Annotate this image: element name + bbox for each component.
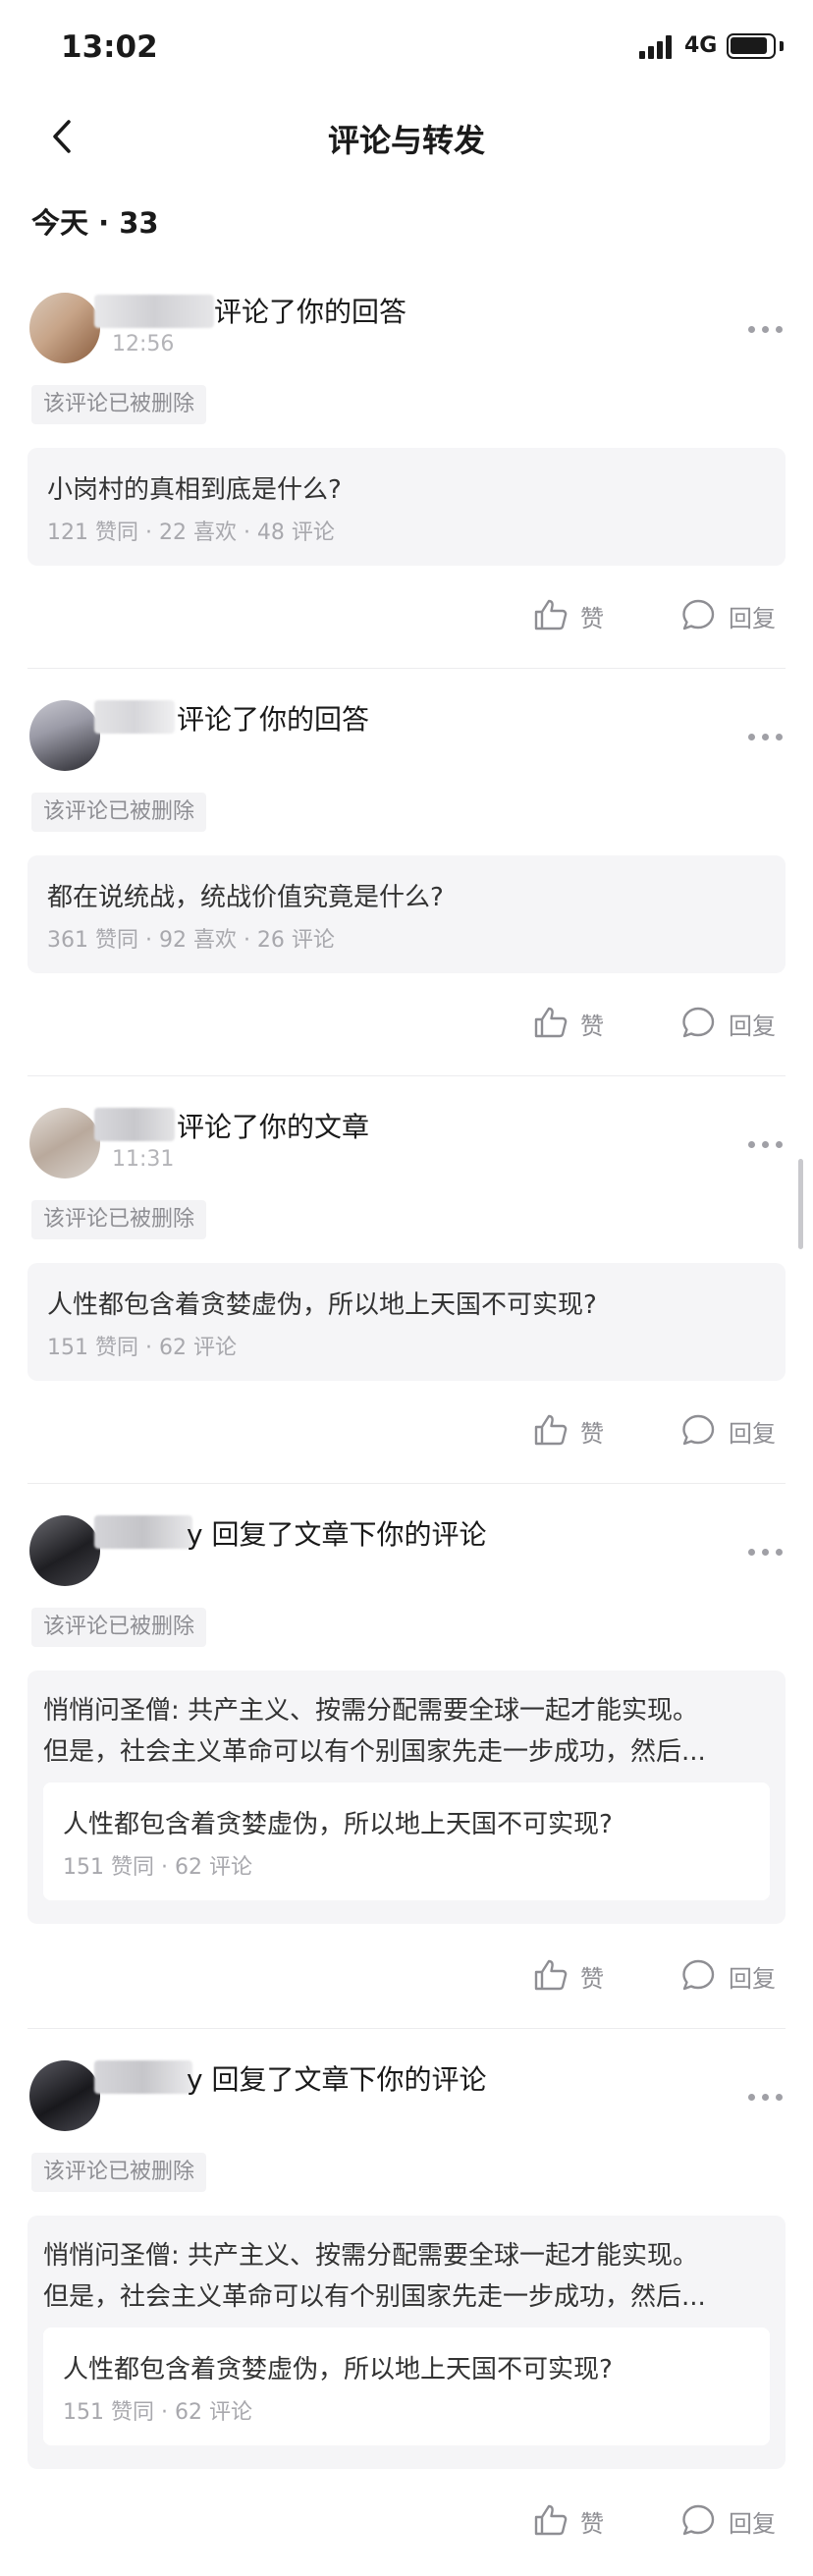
notification-time: 11:31 [112, 1147, 175, 1172]
reply-label: 回复 [729, 2510, 776, 2538]
notification-time: 12:56 [112, 332, 175, 356]
card-meta: 151 赞同 · 62 评论 [63, 2400, 252, 2425]
card-meta: 151 赞同 · 62 评论 [47, 1336, 237, 1360]
avatar[interactable] [29, 293, 100, 363]
blurred-nickname[interactable] [94, 2060, 192, 2094]
like-label: 赞 [580, 1420, 604, 1448]
nav-bar: 评论与转发 [0, 98, 813, 177]
like-button[interactable]: 赞 [533, 595, 612, 634]
status-bar: 13:02 4G [0, 0, 813, 98]
more-icon[interactable] [748, 1547, 787, 1557]
avatar[interactable] [29, 700, 100, 771]
reply-label: 回复 [729, 1013, 776, 1040]
notification-item: 评论了你的回答 该评论已被删除 都在说统战，统战价值究竟是什么? 361 赞同 … [0, 683, 813, 1085]
notification-item: 评论了你的文章 11:31 该评论已被删除 人性都包含着贪婪虚伪，所以地上天国不… [0, 1090, 813, 1493]
like-button[interactable]: 赞 [533, 1955, 612, 1995]
card-meta: 151 赞同 · 62 评论 [63, 1855, 252, 1880]
network-label: 4G [684, 33, 718, 58]
reply-button[interactable]: 回复 [681, 595, 789, 634]
source-card[interactable]: 人性都包含着贪婪虚伪，所以地上天国不可实现? 151 赞同 · 62 评论 [27, 1263, 786, 1381]
reply-button[interactable]: 回复 [681, 2500, 789, 2540]
reply-label: 回复 [729, 1965, 776, 1993]
notification-item: 评论了你的回答 12:56 该评论已被删除 小岗村的真相到底是什么? 121 赞… [0, 275, 813, 678]
deleted-tag: 该评论已被删除 [31, 1608, 207, 1647]
comment-line: 但是，社会主义革命可以有个别国家先走一步成功，然后... [43, 2282, 706, 2312]
comment-card[interactable]: 悄悄问圣僧: 共产主义、按需分配需要全球一起才能实现。 但是，社会主义革命可以有… [27, 1671, 786, 1924]
deleted-tag: 该评论已被删除 [31, 793, 207, 832]
divider [27, 668, 786, 669]
comment-line: 悄悄问圣僧: 共产主义、按需分配需要全球一起才能实现。 [43, 1696, 699, 1726]
more-icon[interactable] [748, 324, 787, 334]
battery-tip [780, 41, 784, 51]
like-button[interactable]: 赞 [533, 1003, 612, 1042]
reply-label: 回复 [729, 605, 776, 632]
like-label: 赞 [580, 1965, 604, 1993]
notification-title[interactable]: y 回复了文章下你的评论 [187, 2058, 486, 2098]
more-icon[interactable] [748, 732, 787, 741]
deleted-tag: 该评论已被删除 [31, 385, 207, 424]
divider [27, 1075, 786, 1076]
avatar[interactable] [29, 1515, 100, 1586]
notification-title[interactable]: y 回复了文章下你的评论 [187, 1513, 486, 1553]
scrollbar[interactable] [798, 1159, 803, 1249]
reply-label: 回复 [729, 1420, 776, 1448]
card-title: 人性都包含着贪婪虚伪，所以地上天国不可实现? [63, 1810, 613, 1839]
card-title: 都在说统战，统战价值究竟是什么? [47, 883, 444, 912]
divider [27, 2028, 786, 2029]
battery-icon [727, 33, 776, 59]
section-heading: 今天 · 33 [31, 206, 159, 240]
deleted-tag: 该评论已被删除 [31, 2153, 207, 2192]
comment-line: 悄悄问圣僧: 共产主义、按需分配需要全球一起才能实现。 [43, 2241, 699, 2271]
card-title: 人性都包含着贪婪虚伪，所以地上天国不可实现? [47, 1290, 597, 1320]
avatar[interactable] [29, 1108, 100, 1178]
status-time: 13:02 [61, 29, 158, 65]
source-card[interactable]: 人性都包含着贪婪虚伪，所以地上天国不可实现? 151 赞同 · 62 评论 [43, 1782, 770, 1900]
notification-item: y 回复了文章下你的评论 该评论已被删除 悄悄问圣僧: 共产主义、按需分配需要全… [0, 1498, 813, 2028]
signal-icon [639, 35, 675, 59]
like-label: 赞 [580, 1013, 604, 1040]
blurred-nickname[interactable] [94, 295, 214, 328]
more-icon[interactable] [748, 1139, 787, 1149]
comment-card[interactable]: 悄悄问圣僧: 共产主义、按需分配需要全球一起才能实现。 但是，社会主义革命可以有… [27, 2216, 786, 2469]
avatar[interactable] [29, 2060, 100, 2131]
notification-title[interactable]: 评论了你的回答 [214, 291, 406, 330]
divider [27, 1483, 786, 1484]
card-meta: 121 赞同 · 22 喜欢 · 48 评论 [47, 521, 335, 545]
source-card[interactable]: 都在说统战，统战价值究竟是什么? 361 赞同 · 92 喜欢 · 26 评论 [27, 855, 786, 973]
more-icon[interactable] [748, 2092, 787, 2102]
like-label: 赞 [580, 605, 604, 632]
blurred-nickname[interactable] [94, 1515, 192, 1549]
page-title: 评论与转发 [327, 122, 485, 159]
source-card[interactable]: 人性都包含着贪婪虚伪，所以地上天国不可实现? 151 赞同 · 62 评论 [43, 2328, 770, 2445]
blurred-nickname[interactable] [94, 700, 175, 734]
card-title: 人性都包含着贪婪虚伪，所以地上天国不可实现? [63, 2355, 613, 2384]
notification-item: y 回复了文章下你的评论 该评论已被删除 悄悄问圣僧: 共产主义、按需分配需要全… [0, 2043, 813, 2576]
like-button[interactable]: 赞 [533, 2500, 612, 2540]
like-label: 赞 [580, 2510, 604, 2538]
comment-line: 但是，社会主义革命可以有个别国家先走一步成功，然后... [43, 1737, 706, 1767]
deleted-tag: 该评论已被删除 [31, 1200, 207, 1239]
like-button[interactable]: 赞 [533, 1410, 612, 1450]
card-meta: 361 赞同 · 92 喜欢 · 26 评论 [47, 928, 335, 953]
reply-button[interactable]: 回复 [681, 1003, 789, 1042]
source-card[interactable]: 小岗村的真相到底是什么? 121 赞同 · 22 喜欢 · 48 评论 [27, 448, 786, 566]
reply-button[interactable]: 回复 [681, 1410, 789, 1450]
notification-title[interactable]: 评论了你的回答 [177, 698, 369, 738]
card-title: 小岗村的真相到底是什么? [47, 475, 342, 505]
notification-title[interactable]: 评论了你的文章 [177, 1106, 369, 1145]
blurred-nickname[interactable] [94, 1108, 175, 1141]
reply-button[interactable]: 回复 [681, 1955, 789, 1995]
